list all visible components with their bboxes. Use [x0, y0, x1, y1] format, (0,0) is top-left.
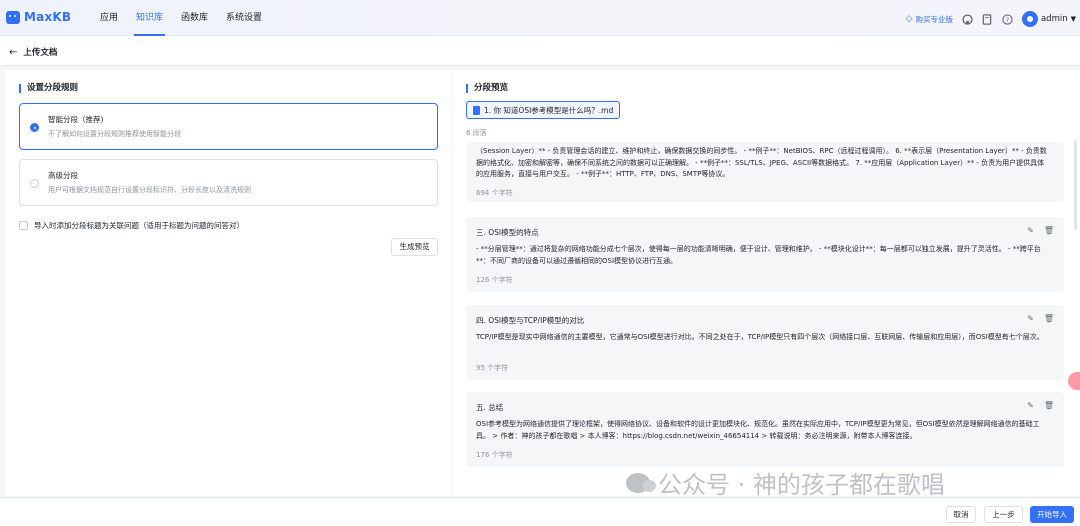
- book-icon[interactable]: [982, 13, 993, 25]
- smart-segment-option[interactable]: 智能分段（推荐) 不了解如何设置分段规则推荐使用智能分段: [19, 103, 438, 150]
- caret-down-icon: ▼: [1070, 15, 1076, 23]
- help-icon[interactable]: ?: [1002, 13, 1013, 25]
- nav-item-apps[interactable]: 应用: [98, 0, 120, 36]
- arrow-left-icon: ←: [9, 46, 18, 58]
- smart-segment-desc: 不了解如何设置分段规则推荐使用智能分段: [48, 130, 181, 138]
- prev-step-button[interactable]: 上一步: [984, 506, 1023, 523]
- segment-card: 三. OSI模型的特点 ✎ 🗑 - **分层管理**：通过将复杂的网络功能分成七…: [466, 217, 1064, 292]
- smart-segment-radio[interactable]: [30, 123, 39, 132]
- segment-title: 三. OSI模型的特点: [476, 228, 539, 237]
- add-title-as-question-option[interactable]: 导入时添加分段标题为关联问题（适用于标题为问题的问答对）: [19, 220, 244, 231]
- logo-text: MaxKB: [24, 10, 72, 24]
- nav-item-knowledge[interactable]: 知识库: [134, 0, 166, 36]
- preview-scrollbar[interactable]: [1074, 140, 1077, 230]
- segment-content: OSI参考模型为网络通信提供了理论框架，使得网络协议、设备和软件的设计更加模块化…: [476, 420, 1040, 440]
- main-nav: 应用 知识库 函数库 系统设置: [98, 0, 264, 36]
- delete-icon[interactable]: 🗑: [1044, 401, 1054, 410]
- advanced-segment-desc: 用户可根据文档规范自行设置分段标识符、分段长度以及清洗规则: [48, 186, 251, 194]
- segment-actions: ✎ 🗑: [1027, 314, 1054, 323]
- edit-icon[interactable]: ✎: [1027, 226, 1034, 235]
- segment-content: （Session Layer）** - 负责管理会话的建立、维护和终止，确保数据…: [476, 147, 1047, 178]
- svg-text:?: ?: [1006, 15, 1009, 23]
- page-title: 上传文档: [23, 48, 58, 58]
- segment-title: 四. OSI模型与TCP/IP模型的对比: [476, 316, 585, 325]
- github-icon[interactable]: [962, 13, 973, 25]
- advanced-segment-option[interactable]: 高级分段 用户可根据文档规范自行设置分段标识符、分段长度以及清洗规则: [19, 159, 438, 206]
- generate-preview-button[interactable]: 生成预览: [391, 238, 438, 256]
- file-tab[interactable]: 1. 你 知道OSI参考模型是什么吗？.md: [466, 101, 621, 119]
- maxkb-logo-icon: [6, 10, 20, 24]
- segment-card: 五. 总结 ✎ 🗑 OSI参考模型为网络通信提供了理论框架，使得网络协议、设备和…: [466, 392, 1064, 467]
- nav-item-settings[interactable]: 系统设置: [224, 0, 264, 36]
- floating-side-handle[interactable]: [1068, 372, 1080, 390]
- segment-content: - **分层管理**：通过将复杂的网络功能分成七个层次，使得每一层的功能清晰明确…: [476, 245, 1041, 265]
- user-menu[interactable]: admin ▼: [1021, 11, 1076, 27]
- delete-icon[interactable]: 🗑: [1044, 314, 1054, 323]
- segment-count: 6 段落: [466, 129, 487, 137]
- advanced-segment-title: 高级分段: [48, 171, 78, 180]
- add-title-checkbox[interactable]: [19, 221, 28, 230]
- logo[interactable]: MaxKB: [6, 10, 71, 24]
- top-right-tools: ◇ 购买专业版 ? admin ▼: [906, 11, 1076, 27]
- segment-card: （Session Layer）** - 负责管理会话的建立、维护和终止，确保数据…: [466, 142, 1064, 202]
- segment-char-count: 176 个字符: [476, 451, 513, 459]
- advanced-segment-radio[interactable]: [30, 179, 39, 188]
- watermark-text: 公众号 · 神的孩子都在歌唱: [658, 471, 945, 499]
- segment-content: TCP/IP模型是现实中网络通信的主要模型，它通常与OSI模型进行对比。不同之处…: [476, 333, 1044, 341]
- page-header: ← 上传文档: [0, 36, 1080, 66]
- segment-actions: ✎ 🗑: [1027, 401, 1054, 410]
- cancel-button[interactable]: 取消: [946, 506, 976, 523]
- top-navbar: MaxKB 应用 知识库 函数库 系统设置 ◇ 购买专业版 ? admin ▼: [0, 0, 1080, 36]
- segment-char-count: 95 个字符: [476, 364, 509, 372]
- footer-bar: 取消 上一步 开始导入: [0, 497, 1080, 526]
- user-name: admin: [1040, 14, 1068, 24]
- back-button[interactable]: ← 上传文档: [9, 46, 58, 59]
- segment-preview-panel: 分段预览 1. 你 知道OSI参考模型是什么吗？.md 6 段落 （Sessio…: [453, 70, 1080, 496]
- wechat-icon: [626, 472, 656, 493]
- file-name: 1. 你 知道OSI参考模型是什么吗？.md: [484, 105, 614, 115]
- file-icon: [473, 105, 480, 115]
- segment-char-count: 694 个字符: [476, 189, 513, 197]
- segment-char-count: 126 个字符: [476, 276, 513, 284]
- watermark: 公众号 · 神的孩子都在歌唱: [626, 465, 945, 500]
- segment-preview-title: 分段预览: [466, 84, 508, 93]
- upgrade-link[interactable]: ◇ 购买专业版: [906, 14, 953, 25]
- segment-card: 四. OSI模型与TCP/IP模型的对比 ✎ 🗑 TCP/IP模型是现实中网络通…: [466, 305, 1064, 380]
- smart-segment-title: 智能分段（推荐): [48, 115, 104, 124]
- edit-icon[interactable]: ✎: [1027, 401, 1034, 410]
- avatar-icon: [1021, 11, 1038, 27]
- edit-icon[interactable]: ✎: [1027, 314, 1034, 323]
- start-import-button[interactable]: 开始导入: [1030, 506, 1074, 523]
- delete-icon[interactable]: 🗑: [1044, 226, 1054, 235]
- add-title-label: 导入时添加分段标题为关联问题（适用于标题为问题的问答对）: [34, 221, 244, 230]
- segment-rules-panel: 设置分段规则 智能分段（推荐) 不了解如何设置分段规则推荐使用智能分段 高级分段…: [6, 70, 452, 496]
- diamond-icon: ◇: [905, 14, 913, 24]
- upgrade-label: 购买专业版: [915, 14, 953, 24]
- segment-title: 五. 总结: [476, 403, 504, 412]
- nav-item-functions[interactable]: 函数库: [179, 0, 210, 36]
- segment-actions: ✎ 🗑: [1027, 226, 1054, 235]
- segment-rules-title: 设置分段规则: [19, 84, 78, 93]
